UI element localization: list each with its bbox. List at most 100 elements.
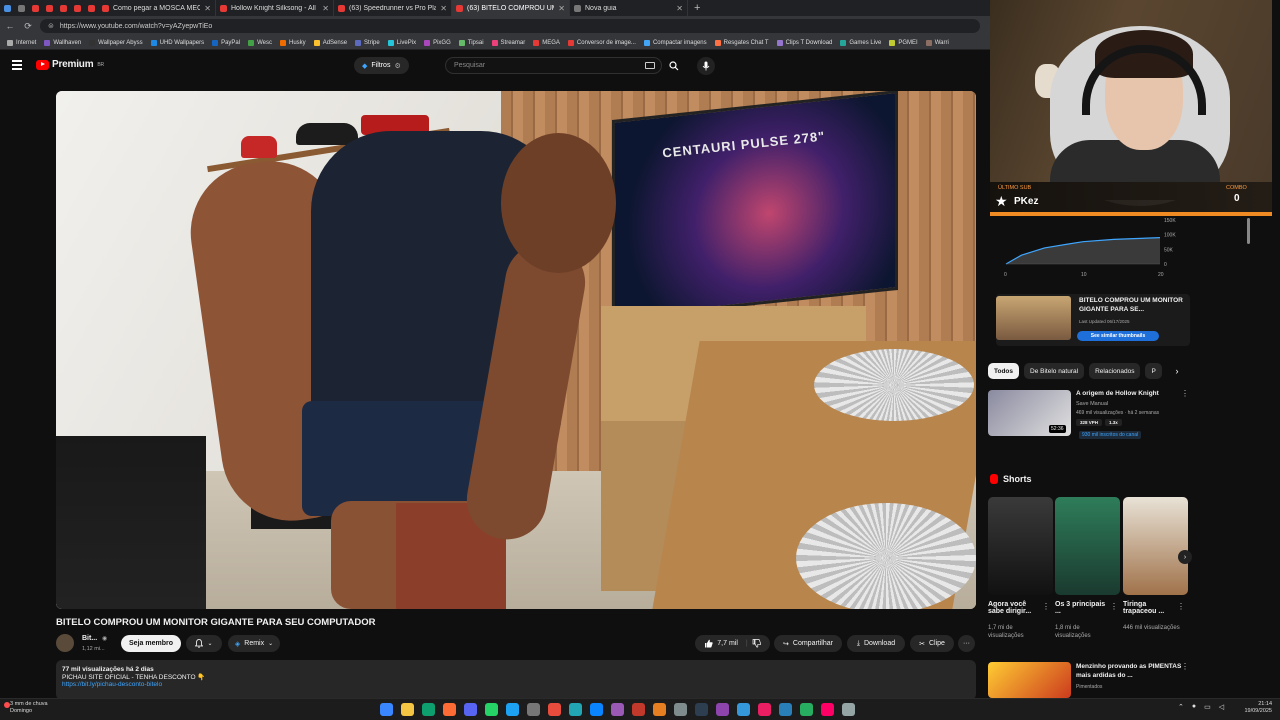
bookmark-item[interactable]: Streamar	[488, 39, 530, 46]
close-tab-icon[interactable]: ✕	[558, 4, 565, 13]
close-tab-icon[interactable]: ✕	[676, 4, 683, 13]
tab-pinned-7[interactable]	[84, 1, 98, 15]
bookmark-item[interactable]: PGMEI	[885, 39, 921, 46]
bookmark-item[interactable]: Wallhaven	[40, 39, 85, 46]
taskbar-app-icon[interactable]	[569, 703, 582, 716]
join-member-button[interactable]: Seja membro	[121, 635, 181, 652]
short-title[interactable]: Tiringa trapaceou ...	[1123, 601, 1178, 615]
filters-button[interactable]: ◆ Filtros ⚙	[354, 57, 409, 74]
bookmark-item[interactable]: Games Live	[836, 39, 885, 46]
bookmark-item[interactable]: Conversor de image...	[564, 39, 640, 46]
hamburger-menu-icon[interactable]	[12, 60, 22, 70]
taskbar-app-icon[interactable]	[464, 703, 477, 716]
taskbar-app-icon[interactable]	[695, 703, 708, 716]
recommended-channel[interactable]: Save Manual	[1076, 401, 1108, 407]
taskbar-app-icon[interactable]	[506, 703, 519, 716]
search-button[interactable]	[662, 57, 686, 74]
recommended-channel[interactable]: Pimentados	[1076, 684, 1102, 690]
youtube-premium-logo[interactable]: Premium BR	[36, 59, 104, 70]
kebab-menu-icon[interactable]: ⋮	[1181, 662, 1189, 671]
tab-silksong[interactable]: Hollow Knight Silksong - All 5 Ra✕	[216, 0, 334, 16]
bookmark-item[interactable]: Wallpaper Abyss	[85, 39, 146, 46]
taskbar-app-icon[interactable]	[821, 703, 834, 716]
taskbar-app-icon[interactable]	[422, 703, 435, 716]
channel-avatar[interactable]	[56, 634, 74, 652]
network-icon[interactable]: ▭	[1204, 703, 1211, 711]
bookmark-item[interactable]: Warri	[922, 39, 953, 46]
taskbar-app-icon[interactable]	[527, 703, 540, 716]
like-button[interactable]: 7,7 mil |	[695, 635, 770, 652]
sidebar-scrollbar[interactable]	[1247, 218, 1250, 244]
chip-todos[interactable]: Todos	[988, 363, 1020, 379]
clip-button[interactable]: ✂ Clipe	[910, 635, 954, 652]
taskbar-app-icon[interactable]	[590, 703, 603, 716]
remix-button[interactable]: ◈ Remix ⌄	[228, 635, 280, 652]
taskbar-app-icon[interactable]	[779, 703, 792, 716]
microphone-tray-icon[interactable]: ●	[1192, 703, 1196, 711]
taskbar-app-icon[interactable]	[611, 703, 624, 716]
chevron-right-icon[interactable]: ›	[1170, 363, 1184, 379]
taskbar-clock[interactable]: 21:14 19/09/2025	[1238, 701, 1272, 716]
weather-widget[interactable]: 3 mm de chuva Domingo	[10, 701, 90, 716]
short-title[interactable]: Os 3 principais ...	[1055, 601, 1110, 615]
bookmark-item[interactable]: Husky	[276, 39, 310, 46]
tab-pinned-3[interactable]	[28, 1, 42, 15]
bookmark-item[interactable]: LivePix	[384, 39, 420, 46]
taskbar-app-icon[interactable]	[737, 703, 750, 716]
recommended-title[interactable]: Menzinho provando as PIMENTAS mais ardid…	[1076, 662, 1186, 680]
tab-mosca[interactable]: Como pegar a MOSCA MECÂNIC✕	[98, 0, 216, 16]
tab-pinned-4[interactable]	[42, 1, 56, 15]
taskbar-app-icon[interactable]	[674, 703, 687, 716]
video-player[interactable]: CENTAURI PULSE 278"	[56, 91, 976, 609]
see-similar-thumbnails-button[interactable]: See similar thumbnails	[1077, 331, 1159, 341]
chevron-right-icon[interactable]: ›	[1178, 550, 1192, 564]
tab-pinned-5[interactable]	[56, 1, 70, 15]
keyboard-icon[interactable]	[645, 62, 655, 69]
tab-pinned-2[interactable]	[14, 1, 28, 15]
bookmark-item[interactable]: Resgates Chat T	[711, 39, 773, 46]
taskbar-app-icon[interactable]	[716, 703, 729, 716]
download-button[interactable]: ⤓ Download	[847, 635, 905, 652]
taskbar-app-icon[interactable]	[842, 703, 855, 716]
tab-pinned-6[interactable]	[70, 1, 84, 15]
new-tab-button[interactable]: +	[688, 2, 706, 14]
recommended-thumbnail[interactable]	[988, 662, 1071, 698]
bookmark-item[interactable]: Tipsai	[455, 39, 488, 46]
chevron-up-icon[interactable]: ⌃	[1178, 703, 1184, 711]
bookmark-item[interactable]: MEGA	[529, 39, 564, 46]
taskbar-app-icon[interactable]	[401, 703, 414, 716]
chip-truncated[interactable]: P	[1145, 363, 1162, 379]
site-info-icon[interactable]: ⊜	[48, 22, 54, 30]
bookmark-item[interactable]: Stripe	[351, 39, 384, 46]
kebab-menu-icon[interactable]: ⋮	[1177, 602, 1185, 611]
bookmark-item[interactable]: Internet	[3, 39, 40, 46]
address-bar[interactable]: ⊜ https://www.youtube.com/watch?v=yAZyep…	[40, 19, 980, 33]
recommended-title[interactable]: A origem de Hollow Knight	[1076, 390, 1159, 397]
thumbnail-preview-image[interactable]	[996, 296, 1071, 340]
kebab-menu-icon[interactable]: ⋮	[1181, 389, 1189, 398]
close-tab-icon[interactable]: ✕	[440, 4, 447, 13]
bookmark-item[interactable]: Clips T Download	[773, 39, 837, 46]
more-actions-button[interactable]: ···	[958, 635, 975, 652]
short-title[interactable]: Agora você sabe dirigir...	[988, 601, 1043, 615]
reload-icon[interactable]: ⟳	[22, 21, 34, 32]
taskbar-app-icon[interactable]	[443, 703, 456, 716]
bookmark-item[interactable]: AdSense	[310, 39, 351, 46]
bookmark-item[interactable]: PixGG	[420, 39, 455, 46]
channel-name[interactable]: Bit...	[82, 635, 97, 642]
share-button[interactable]: ↪ Compartilhar	[774, 635, 842, 652]
description-link[interactable]: https://bit.ly/pichau-desconto-bitelo	[62, 681, 970, 688]
thumbs-down-icon[interactable]	[752, 639, 761, 648]
kebab-menu-icon[interactable]: ⋮	[1042, 602, 1050, 611]
search-input[interactable]: Pesquisar	[445, 57, 662, 74]
chip-relacionados[interactable]: Relacionados	[1089, 363, 1141, 379]
bookmark-item[interactable]: Wesc	[244, 39, 276, 46]
volume-icon[interactable]: ◁	[1219, 703, 1224, 711]
taskbar-app-icon[interactable]	[485, 703, 498, 716]
taskbar-app-icon[interactable]	[800, 703, 813, 716]
tab-speedrunner[interactable]: (63) Speedrunner vs Pro Player d✕	[334, 0, 452, 16]
taskbar-app-icon[interactable]	[380, 703, 393, 716]
url-text[interactable]: https://www.youtube.com/watch?v=yAZyepwT…	[60, 23, 212, 30]
tab-pinned-1[interactable]	[0, 1, 14, 15]
close-tab-icon[interactable]: ✕	[322, 4, 329, 13]
